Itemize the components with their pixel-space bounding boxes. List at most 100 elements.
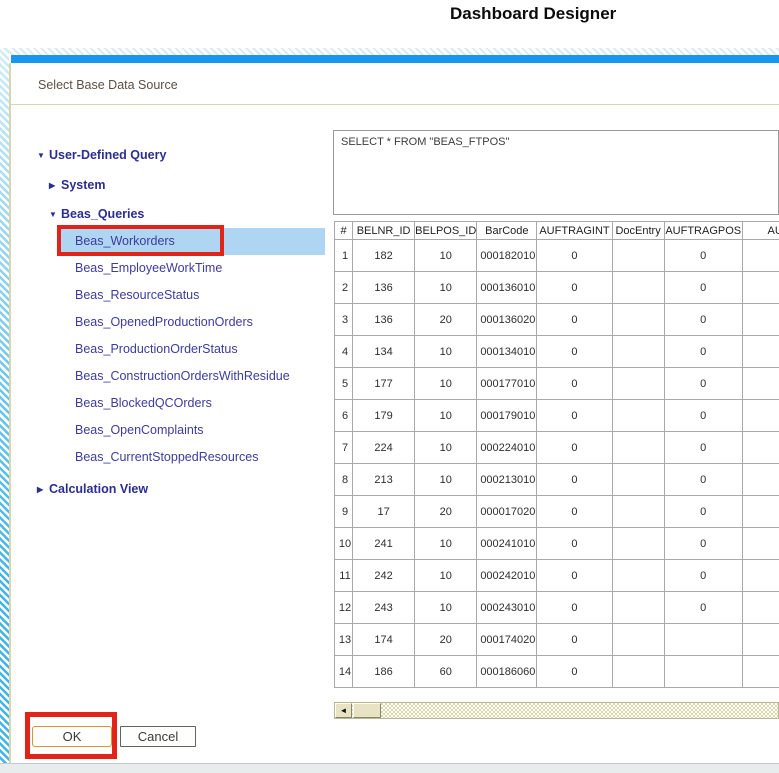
table-cell[interactable]: 0 [664,432,742,464]
column-header-belnr_id[interactable]: BELNR_ID [353,222,415,240]
table-cell[interactable] [612,464,664,496]
table-cell[interactable] [742,528,779,560]
tree-item-beas_currentstoppedresources[interactable]: Beas_CurrentStoppedResources [58,444,325,471]
table-cell[interactable]: 000134010 [477,336,537,368]
table-cell[interactable]: 0 [537,336,612,368]
table-cell[interactable]: 0 [664,304,742,336]
horizontal-scrollbar[interactable]: ◄ [334,702,779,719]
table-cell[interactable]: 134 [353,336,415,368]
table-cell[interactable]: 186 [353,656,415,688]
chevron-expanded-icon[interactable]: ▼ [49,210,61,219]
table-cell[interactable] [742,400,779,432]
tree-item-beas_constructionorderswithresidue[interactable]: Beas_ConstructionOrdersWithResidue [58,363,325,390]
table-cell[interactable]: 0 [664,560,742,592]
table-cell[interactable]: 0 [537,368,612,400]
table-cell[interactable]: 10 [415,336,477,368]
table-cell[interactable]: 000017020 [477,496,537,528]
table-cell[interactable]: 10 [415,240,477,272]
table-cell[interactable]: 20 [415,496,477,528]
table-cell[interactable]: 0 [664,240,742,272]
table-cell[interactable] [612,304,664,336]
tree-item-beas_opencomplaints[interactable]: Beas_OpenComplaints [58,417,325,444]
tree-item-beas_blockedqcorders[interactable]: Beas_BlockedQCOrders [58,390,325,417]
table-cell[interactable] [742,656,779,688]
table-cell[interactable]: 0 [537,496,612,528]
table-cell[interactable]: 4 [335,336,353,368]
chevron-expanded-icon[interactable]: ▼ [37,151,49,160]
table-cell[interactable] [742,240,779,272]
column-header-auftragpos[interactable]: AUFTRAGPOS [664,222,742,240]
table-cell[interactable] [742,496,779,528]
table-cell[interactable]: 242 [353,560,415,592]
chevron-collapsed-icon[interactable]: ▶ [37,485,49,494]
table-cell[interactable] [664,656,742,688]
table-cell[interactable]: 9 [335,496,353,528]
table-cell[interactable]: 17 [353,496,415,528]
table-cell[interactable] [612,560,664,592]
table-cell[interactable]: 000242010 [477,560,537,592]
table-cell[interactable]: 0 [537,560,612,592]
table-cell[interactable] [612,432,664,464]
table-cell[interactable] [664,624,742,656]
table-cell[interactable]: 182 [353,240,415,272]
column-header-auft[interactable]: AUFT [742,222,779,240]
table-cell[interactable]: 000182010 [477,240,537,272]
table-cell[interactable]: 000186060 [477,656,537,688]
table-cell[interactable]: 0 [664,272,742,304]
table-cell[interactable]: 0 [664,336,742,368]
table-cell[interactable] [742,624,779,656]
table-cell[interactable]: 000224010 [477,432,537,464]
tree-item-beas_employeeworktime[interactable]: Beas_EmployeeWorkTime [58,255,325,282]
table-cell[interactable]: 0 [664,592,742,624]
table-cell[interactable] [612,496,664,528]
table-cell[interactable]: 0 [537,304,612,336]
table-cell[interactable]: 10 [335,528,353,560]
scrollbar-thumb[interactable] [353,703,381,718]
table-cell[interactable]: 2 [335,272,353,304]
column-header-row-number[interactable]: # [335,222,353,240]
table-cell[interactable]: 177 [353,368,415,400]
table-cell[interactable]: 7 [335,432,353,464]
table-cell[interactable]: 179 [353,400,415,432]
table-cell[interactable]: 8 [335,464,353,496]
tree-item-beas_openedproductionorders[interactable]: Beas_OpenedProductionOrders [58,309,325,336]
table-cell[interactable] [612,336,664,368]
table-cell[interactable] [612,368,664,400]
table-cell[interactable]: 0 [664,496,742,528]
table-cell[interactable] [742,272,779,304]
tree-item-beas_productionorderstatus[interactable]: Beas_ProductionOrderStatus [58,336,325,363]
tree-node-user-defined-query[interactable]: ▼ User-Defined Query [37,147,166,163]
table-cell[interactable]: 0 [537,272,612,304]
table-cell[interactable]: 10 [415,528,477,560]
table-cell[interactable]: 13 [335,624,353,656]
column-header-belpos_id[interactable]: BELPOS_ID [415,222,477,240]
cancel-button[interactable]: Cancel [120,726,196,747]
table-cell[interactable]: 000243010 [477,592,537,624]
table-cell[interactable]: 10 [415,272,477,304]
table-cell[interactable] [742,368,779,400]
tree-node-beas-queries[interactable]: ▼ Beas_Queries [49,206,144,222]
chevron-collapsed-icon[interactable]: ▶ [49,181,61,190]
table-cell[interactable]: 0 [537,592,612,624]
ok-button[interactable]: OK [32,726,112,747]
table-cell[interactable]: 60 [415,656,477,688]
table-cell[interactable]: 0 [537,400,612,432]
table-cell[interactable]: 174 [353,624,415,656]
table-cell[interactable]: 1 [335,240,353,272]
table-cell[interactable]: 20 [415,304,477,336]
table-cell[interactable]: 0 [664,400,742,432]
table-cell[interactable]: 000136020 [477,304,537,336]
table-cell[interactable] [612,528,664,560]
column-header-auftragint[interactable]: AUFTRAGINT [537,222,612,240]
table-cell[interactable] [742,336,779,368]
table-cell[interactable] [612,400,664,432]
table-cell[interactable]: 0 [537,464,612,496]
tree-node-system[interactable]: ▶ System [49,177,105,193]
table-cell[interactable]: 0 [664,528,742,560]
table-cell[interactable]: 000241010 [477,528,537,560]
table-cell[interactable]: 11 [335,560,353,592]
table-cell[interactable] [742,592,779,624]
table-cell[interactable]: 0 [664,368,742,400]
table-cell[interactable]: 0 [537,432,612,464]
table-cell[interactable]: 224 [353,432,415,464]
